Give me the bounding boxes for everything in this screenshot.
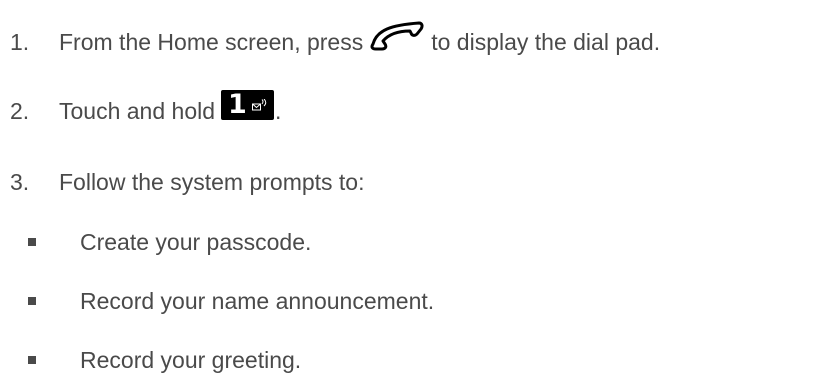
step-3-number: 3. bbox=[10, 168, 30, 195]
step-1-text-after: to display the dial pad. bbox=[431, 28, 661, 55]
talk-key-icon bbox=[369, 21, 425, 51]
step-3-text: Follow the system prompts to: bbox=[59, 168, 365, 195]
bullet-icon bbox=[28, 238, 36, 246]
step-1-text: From the Home screen, press to display t… bbox=[59, 21, 661, 57]
step-2-text: Touch and hold 1 . bbox=[59, 89, 282, 126]
step-2-number: 2. bbox=[10, 97, 30, 124]
bullet-icon bbox=[28, 297, 36, 305]
voicemail-key-1-icon: 1 bbox=[221, 89, 275, 120]
bullet-icon bbox=[28, 356, 36, 364]
list-item-text: Record your name announcement. bbox=[80, 287, 435, 314]
step-1-text-before: From the Home screen, press bbox=[59, 28, 364, 55]
list-item-text: Create your passcode. bbox=[80, 228, 312, 255]
voicemail-icon bbox=[252, 99, 267, 111]
step-2-text-after: . bbox=[275, 97, 282, 124]
step-1-number: 1. bbox=[10, 28, 30, 55]
list-item-text: Record your greeting. bbox=[80, 346, 302, 373]
key-digit-label: 1 bbox=[228, 89, 247, 120]
step-2-text-before: Touch and hold bbox=[59, 97, 216, 124]
